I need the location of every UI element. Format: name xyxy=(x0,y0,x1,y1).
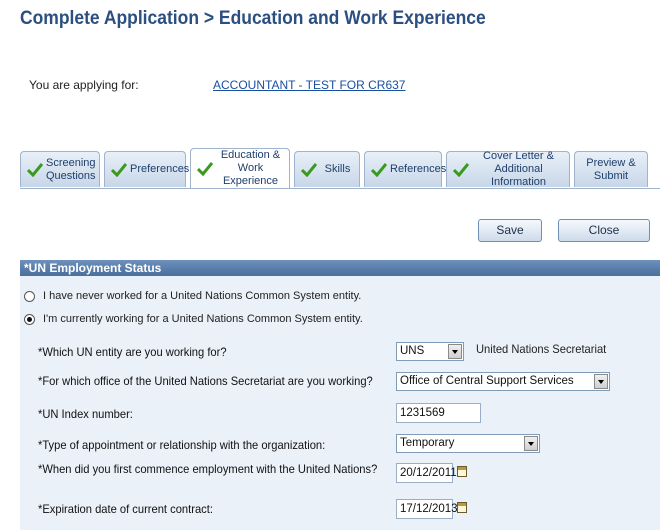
chevron-down-icon[interactable] xyxy=(594,374,608,389)
expiration-date-input[interactable]: 17/12/2013 xyxy=(396,499,458,519)
tab-label: Preview & Submit xyxy=(586,156,636,182)
appointment-select-value: Temporary xyxy=(400,437,455,449)
tab-preferences[interactable]: Preferences xyxy=(104,151,189,187)
job-title-link[interactable]: ACCOUNTANT - TEST FOR CR637 xyxy=(213,78,405,92)
tab-divider xyxy=(20,188,660,189)
calendar-icon[interactable] xyxy=(457,466,467,477)
chevron-down-icon[interactable] xyxy=(448,344,462,359)
tab-label: Education & Work Experience xyxy=(220,149,281,187)
check-icon xyxy=(197,161,213,176)
tab-education-work-experience[interactable]: Education & Work Experience xyxy=(190,148,290,188)
calendar-icon[interactable] xyxy=(457,502,467,513)
index-label: *UN Index number: xyxy=(38,407,133,421)
radio-currently-working[interactable] xyxy=(24,313,35,325)
tab-references[interactable]: References xyxy=(364,151,446,187)
save-button[interactable]: Save xyxy=(478,219,542,242)
tab-screening-questions[interactable]: Screening Questions xyxy=(20,151,100,187)
tab-cover-letter[interactable]: Cover Letter & Additional Information xyxy=(446,150,570,188)
entity-name: United Nations Secretariat xyxy=(476,342,607,356)
expiration-label: *Expiration date of current contract: xyxy=(38,502,213,516)
office-label: *For which office of the United Nations … xyxy=(38,374,373,388)
applying-for-label: You are applying for: xyxy=(29,78,139,92)
radio-never-worked[interactable] xyxy=(24,290,35,302)
commence-label: *When did you first commence employment … xyxy=(38,462,378,476)
section-header: *UN Employment Status xyxy=(20,260,660,276)
option-currently-working-label: I'm currently working for a United Natio… xyxy=(43,313,363,325)
tab-label: Screening Questions xyxy=(46,156,96,182)
check-icon xyxy=(453,162,469,177)
tab-label: Cover Letter & Additional Information xyxy=(483,150,554,188)
check-icon xyxy=(301,162,317,177)
office-select-value: Office of Central Support Services xyxy=(400,375,574,387)
application-tabs: Screening Questions Preferences Education… xyxy=(20,148,660,189)
appointment-label: *Type of appointment or relationship wit… xyxy=(38,438,326,452)
commence-date-input[interactable]: 20/12/2011 xyxy=(396,463,457,483)
page-title: Complete Application > Education and Wor… xyxy=(20,8,486,29)
index-input[interactable]: 1231569 xyxy=(396,403,481,423)
tab-skills[interactable]: Skills xyxy=(294,151,360,187)
entity-label: *Which UN entity are you working for? xyxy=(38,345,227,359)
tab-preview-submit[interactable]: Preview & Submit xyxy=(574,151,648,187)
tab-label: Preferences xyxy=(130,163,190,175)
chevron-down-icon[interactable] xyxy=(524,436,538,451)
option-currently-working[interactable]: I'm currently working for a United Natio… xyxy=(24,313,363,325)
office-select[interactable]: Office of Central Support Services xyxy=(396,372,610,391)
entity-select-value: UNS xyxy=(400,345,425,357)
check-icon xyxy=(111,162,127,177)
appointment-select[interactable]: Temporary xyxy=(396,434,540,453)
option-never-worked-label: I have never worked for a United Nations… xyxy=(43,290,362,302)
check-icon xyxy=(371,162,387,177)
tab-label: References xyxy=(390,163,447,175)
entity-select[interactable]: UNS xyxy=(396,342,464,361)
check-icon xyxy=(27,162,43,177)
option-never-worked[interactable]: I have never worked for a United Nations… xyxy=(24,290,361,302)
tab-label: Skills xyxy=(324,163,351,175)
close-button[interactable]: Close xyxy=(558,219,650,242)
